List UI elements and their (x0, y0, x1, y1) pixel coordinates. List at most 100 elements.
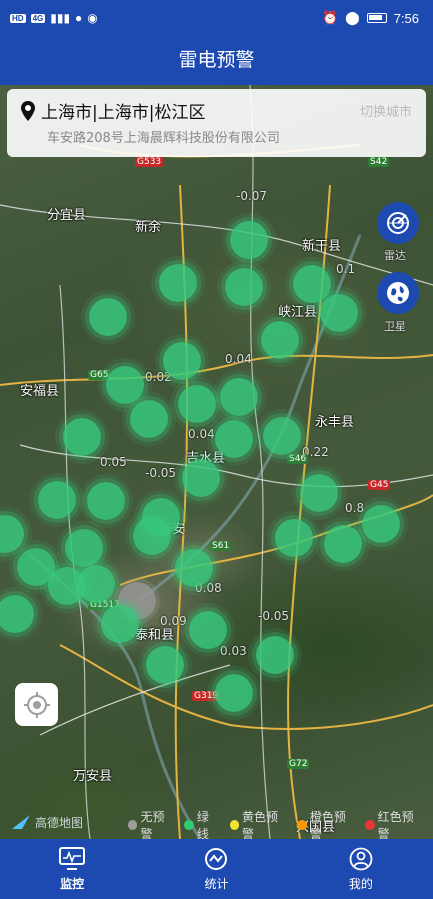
legend-label: 无预警 (140, 810, 165, 841)
nav-profile[interactable]: 我的 (289, 839, 433, 899)
road-shield: G45 (368, 480, 391, 490)
warning-marker[interactable] (63, 418, 101, 456)
warning-marker[interactable] (261, 321, 299, 359)
warning-marker[interactable] (133, 517, 171, 555)
place-label: 安福县 (20, 384, 60, 399)
amap-arrow-icon (12, 815, 30, 829)
warning-marker[interactable] (89, 298, 127, 336)
value-label: 0.09 (160, 614, 187, 628)
warning-marker[interactable] (215, 674, 253, 712)
location-address: 车安路208号上海晨辉科技股份有限公司 (47, 131, 280, 146)
hint-icon: ◉ (87, 11, 98, 25)
place-label: 新余 (135, 220, 162, 235)
warning-marker[interactable] (256, 636, 294, 674)
nav-statistics-label: 统计 (204, 876, 229, 891)
road-shield: S61 (210, 541, 232, 551)
network-badge: 4G (30, 13, 46, 23)
value-label: -0.05 (258, 609, 290, 623)
place-label: 新干县 (302, 239, 342, 254)
nav-statistics[interactable]: 统计 (144, 839, 288, 899)
warning-marker[interactable] (175, 549, 213, 587)
monitor-icon (59, 846, 86, 870)
legend-dot (184, 820, 194, 830)
legend-label: 橙色预警 (309, 810, 346, 841)
warning-marker[interactable] (130, 400, 168, 438)
warning-marker[interactable] (182, 459, 220, 497)
legend-item: 橙色预警 (297, 808, 355, 842)
legend-item: 红色预警 (365, 808, 423, 842)
warning-marker[interactable] (38, 481, 76, 519)
warning-legend: 无预警 绿线 黄色预警 橙色预警 红色预警 (128, 808, 433, 842)
amap-logo: 高德地图 (10, 813, 83, 831)
radar-button-label: 雷达 (384, 249, 406, 262)
place-label: 峡江县 (278, 305, 318, 320)
place-label: 万安县 (73, 769, 113, 784)
warning-marker[interactable] (263, 417, 301, 455)
warning-marker[interactable] (362, 505, 400, 543)
location-icon: ⬤ (345, 10, 360, 25)
warning-marker[interactable] (189, 611, 227, 649)
nav-monitor[interactable]: 监控 (0, 839, 144, 899)
location-title: 上海市|上海市|松江区 (41, 103, 206, 123)
warning-marker[interactable] (65, 529, 103, 567)
warning-marker[interactable] (293, 265, 331, 303)
warning-marker[interactable] (146, 646, 184, 684)
warning-marker[interactable] (178, 385, 216, 423)
legend-item: 绿线 (184, 808, 219, 842)
user-icon (349, 847, 373, 870)
warning-marker[interactable] (230, 221, 268, 259)
map-pin-icon (21, 101, 35, 121)
satellite-button[interactable] (377, 272, 419, 314)
value-label: 0.04 (188, 427, 215, 441)
warning-marker[interactable] (106, 366, 144, 404)
value-label: 0.04 (225, 352, 252, 366)
satellite-button-label: 卫星 (384, 320, 406, 333)
value-label: 0.8 (345, 501, 365, 515)
warning-marker[interactable] (320, 294, 358, 332)
warning-marker[interactable] (77, 565, 115, 603)
signal-icon: ▮▮▮ (50, 11, 71, 25)
warning-marker[interactable] (159, 264, 197, 302)
status-left: HD 4G ▮▮▮ ● ◉ (10, 11, 98, 25)
place-label: 永丰县 (315, 415, 355, 430)
page-title: 雷电预警 (0, 36, 433, 85)
globe-icon (387, 282, 409, 304)
clock: 7:56 (393, 10, 419, 26)
message-icon: ● (75, 11, 83, 25)
value-label: -0.05 (145, 466, 177, 480)
warning-marker[interactable] (275, 519, 313, 557)
legend-label: 绿线 (196, 810, 209, 841)
place-label: 分宜县 (47, 208, 87, 223)
satellite-map[interactable]: 分宜县 新余 新干县 峡江县 安福县 永丰县 吉水县 吉安 泰和县 万安县 兴国… (0, 85, 433, 839)
legend-dot (365, 820, 375, 830)
crosshair-icon (23, 691, 50, 718)
nav-profile-label: 我的 (348, 876, 373, 891)
value-label: -0.07 (236, 189, 268, 203)
warning-marker[interactable] (87, 482, 125, 520)
legend-item: 无预警 (128, 808, 174, 842)
status-bar: HD 4G ▮▮▮ ● ◉ ⏰ ⬤ 7:56 (0, 0, 433, 36)
bottom-nav: 监控 统计 我的 (0, 839, 433, 899)
nav-monitor-label: 监控 (60, 876, 85, 891)
alarm-icon: ⏰ (321, 10, 339, 25)
warning-marker[interactable] (163, 342, 201, 380)
warning-marker[interactable] (300, 474, 338, 512)
legend-label: 黄色预警 (241, 810, 278, 841)
warning-marker[interactable] (101, 605, 139, 643)
radar-button[interactable] (377, 202, 419, 244)
warning-marker[interactable] (225, 268, 263, 306)
locate-me-button[interactable] (15, 683, 58, 726)
value-label: 0.05 (100, 455, 127, 469)
warning-marker[interactable] (220, 378, 258, 416)
chart-icon (205, 847, 228, 870)
radar-icon (387, 212, 409, 234)
value-label: 0.03 (220, 644, 247, 658)
location-card[interactable]: 上海市|上海市|松江区 切换城市 车安路208号上海晨辉科技股份有限公司 (7, 89, 426, 157)
warning-marker[interactable] (324, 525, 362, 563)
amap-logo-text: 高德地图 (35, 815, 84, 830)
status-right: ⏰ ⬤ 7:56 (322, 10, 419, 26)
warning-marker[interactable] (215, 420, 253, 458)
legend-dot (229, 820, 239, 830)
legend-dot (297, 820, 307, 830)
switch-city-link[interactable]: 切换城市 (360, 101, 412, 120)
